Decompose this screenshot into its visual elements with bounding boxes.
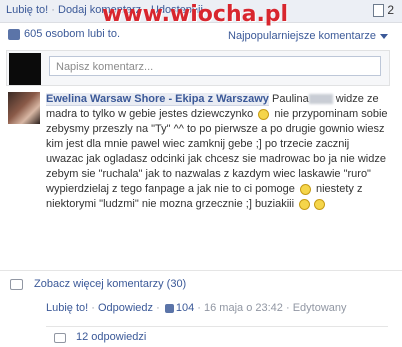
smiley-icon: [258, 108, 270, 120]
thumbs-up-icon: [8, 29, 20, 40]
new-comment-area: Napisz komentarz...: [6, 50, 390, 86]
user-avatar: [9, 53, 41, 85]
comment-like-count[interactable]: 104: [176, 302, 194, 314]
thumbs-up-icon: [164, 303, 174, 313]
share-count[interactable]: 2: [373, 3, 394, 18]
comment-date[interactable]: 16 maja o 23:42: [204, 302, 283, 314]
caret-down-icon: [380, 33, 388, 39]
likes-count-link[interactable]: 605 osobom lubi to.: [24, 28, 120, 40]
commenter-avatar[interactable]: [8, 92, 40, 124]
smiley-icon: [299, 198, 311, 210]
more-comments-label: Zobacz więcej komentarzy (30): [34, 278, 187, 290]
comment-like-link[interactable]: Lubię to!: [46, 302, 88, 314]
replies-link[interactable]: 12 odpowiedzi: [46, 326, 388, 347]
edited-label[interactable]: Edytowany: [293, 302, 347, 314]
more-comments-link[interactable]: Zobacz więcej komentarzy (30): [0, 270, 402, 298]
comment-meta: Lubię to! · Odpowiedz · 104 · 16 maja o …: [46, 302, 347, 314]
comment-bubble-icon: [54, 333, 66, 343]
comment-author[interactable]: Ewelina Warsaw Shore - Ekipa z Warszawy: [46, 93, 269, 106]
blurred-name: [308, 94, 333, 105]
watermark-logo: www.wiocha.pl: [102, 2, 289, 27]
comment-input[interactable]: Napisz komentarz...: [49, 56, 381, 76]
smiley-icon: [299, 183, 311, 195]
mention[interactable]: Paulina: [272, 93, 309, 105]
smiley-icon: [314, 198, 326, 210]
sort-dropdown[interactable]: Najpopularniejsze komentarze: [228, 30, 388, 42]
share-count-value: 2: [387, 3, 394, 17]
sort-label: Najpopularniejsze komentarze: [228, 30, 376, 42]
comment-reply-link[interactable]: Odpowiedz: [98, 302, 153, 314]
comment-bubble-icon: [10, 279, 23, 290]
share-icon: [373, 4, 385, 18]
comment-text-2: nie przypominam sobie zebysmy przeszly n…: [46, 108, 388, 195]
replies-count: 12 odpowiedzi: [76, 331, 147, 343]
comment-body: Ewelina Warsaw Shore - Ekipa z Warszawy …: [46, 92, 388, 212]
like-post-link[interactable]: Lubię to!: [6, 4, 48, 16]
